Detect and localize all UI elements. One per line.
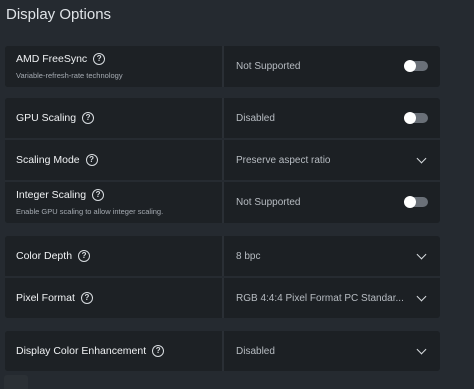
color-enhancement-label-cell: Display Color Enhancement ? (5, 331, 224, 371)
page-title: Display Options (6, 6, 112, 23)
gpu-scaling-label: GPU Scaling (16, 112, 77, 124)
toggle-knob (404, 60, 416, 72)
freesync-group: AMD FreeSync ? Variable-refresh-rate tec… (5, 46, 440, 87)
freesync-label-cell: AMD FreeSync ? Variable-refresh-rate tec… (5, 46, 224, 87)
enhancement-group: Display Color Enhancement ? Disabled (5, 331, 440, 371)
scaling-mode-label: Scaling Mode (16, 154, 80, 166)
integer-scaling-value: Not Supported (236, 197, 301, 208)
toggle-knob (404, 112, 416, 124)
gpu-scaling-help-icon[interactable]: ? (82, 112, 95, 124)
gpu-scaling-value: Disabled (236, 113, 275, 124)
chevron-down-icon[interactable] (416, 291, 427, 302)
freesync-value: Not Supported (236, 61, 301, 72)
pixel-format-label: Pixel Format (16, 292, 75, 304)
gpu-scaling-label-cell: GPU Scaling ? (5, 98, 224, 138)
integer-scaling-toggle[interactable] (404, 196, 428, 208)
toggle-knob (404, 196, 416, 208)
freesync-label: AMD FreeSync (16, 53, 88, 65)
gpu-scaling-toggle[interactable] (404, 112, 428, 124)
color-depth-value: 8 bpc (236, 251, 261, 262)
integer-scaling-help-icon[interactable]: ? (92, 189, 105, 201)
scaling-group: GPU Scaling ? Disabled Scaling Mode ? Pr… (5, 98, 440, 223)
pixel-format-label-cell: Pixel Format ? (5, 278, 224, 318)
chevron-down-icon[interactable] (416, 344, 427, 355)
freesync-row[interactable]: AMD FreeSync ? Variable-refresh-rate tec… (5, 46, 440, 87)
integer-scaling-label-cell: Integer Scaling ? Enable GPU scaling to … (5, 182, 224, 223)
scaling-mode-help-icon[interactable]: ? (85, 154, 98, 166)
color-depth-row[interactable]: Color Depth ? 8 bpc (5, 236, 440, 278)
color-depth-label: Color Depth (16, 250, 73, 262)
color-enhancement-row[interactable]: Display Color Enhancement ? Disabled (5, 331, 440, 371)
scroll-tab[interactable] (4, 375, 28, 389)
integer-scaling-description: Enable GPU scaling to allow integer scal… (16, 207, 164, 216)
color-group: Color Depth ? 8 bpc Pixel Format ? RGB 4… (5, 236, 440, 318)
color-enhancement-help-icon[interactable]: ? (152, 345, 165, 357)
pixel-format-row[interactable]: Pixel Format ? RGB 4:4:4 Pixel Format PC… (5, 278, 440, 318)
color-depth-label-cell: Color Depth ? (5, 236, 224, 276)
integer-scaling-row[interactable]: Integer Scaling ? Enable GPU scaling to … (5, 182, 440, 223)
gpu-scaling-row[interactable]: GPU Scaling ? Disabled (5, 98, 440, 140)
color-enhancement-value: Disabled (236, 346, 275, 357)
scaling-mode-label-cell: Scaling Mode ? (5, 140, 224, 180)
scaling-mode-row[interactable]: Scaling Mode ? Preserve aspect ratio (5, 140, 440, 182)
pixel-format-help-icon[interactable]: ? (80, 292, 93, 304)
pixel-format-value: RGB 4:4:4 Pixel Format PC Standar... (236, 293, 404, 304)
color-enhancement-label: Display Color Enhancement (16, 345, 147, 357)
scaling-mode-value: Preserve aspect ratio (236, 155, 331, 166)
chevron-down-icon[interactable] (416, 153, 427, 164)
color-depth-help-icon[interactable]: ? (78, 250, 91, 262)
integer-scaling-label: Integer Scaling (16, 189, 87, 201)
freesync-help-icon[interactable]: ? (93, 53, 106, 65)
chevron-down-icon[interactable] (416, 249, 427, 260)
freesync-toggle[interactable] (404, 60, 428, 72)
freesync-description: Variable-refresh-rate technology (16, 71, 123, 80)
